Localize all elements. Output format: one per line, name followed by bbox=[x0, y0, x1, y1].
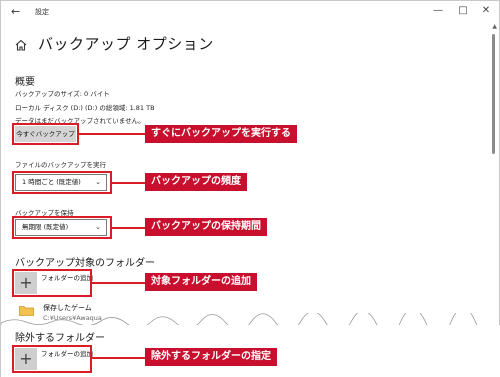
title-bar: ← 設定 — □ ✕ bbox=[1, 1, 500, 23]
folder-item-name[interactable]: 保存したゲーム bbox=[43, 303, 92, 313]
scrollbar-thumb[interactable] bbox=[492, 34, 495, 154]
callout-line bbox=[112, 227, 145, 229]
overview-heading: 概要 bbox=[15, 77, 35, 88]
callout-line bbox=[79, 133, 145, 135]
callout-frequency: バックアップの頻度 bbox=[145, 173, 247, 191]
minimize-icon[interactable]: — bbox=[431, 4, 445, 18]
callout-line bbox=[112, 182, 145, 184]
backup-size-text: バックアップのサイズ: 0 バイト bbox=[15, 90, 110, 98]
callout-retention: バックアップの保持期間 bbox=[145, 218, 267, 236]
callout-backup-now: すぐにバックアップを実行する bbox=[145, 125, 297, 143]
maximize-icon[interactable]: □ bbox=[456, 4, 470, 18]
frequency-label: ファイルのバックアップを実行 bbox=[15, 161, 106, 169]
back-arrow-icon[interactable]: ← bbox=[11, 5, 20, 18]
callout-add-exclude: 除外するフォルダーの指定 bbox=[145, 348, 277, 366]
include-folders-heading: バックアップ対象のフォルダー bbox=[15, 258, 155, 269]
home-icon[interactable] bbox=[14, 38, 28, 52]
disk-space-text: ローカル ディスク (D:) (D:) の総領域: 1.81 TB bbox=[15, 104, 155, 112]
window-title: 設定 bbox=[35, 8, 49, 16]
scroll-up-icon[interactable]: ▲ bbox=[492, 23, 497, 30]
exclude-panel: 除外するフォルダー + フォルダーの追加 除外するフォルダーの指定 bbox=[1, 325, 500, 377]
highlight-frequency bbox=[12, 171, 112, 194]
exclude-folders-heading: 除外するフォルダー bbox=[15, 333, 105, 344]
callout-line bbox=[92, 282, 145, 284]
highlight-backup-now bbox=[12, 123, 79, 145]
close-icon[interactable]: ✕ bbox=[479, 4, 493, 18]
callout-add-target: 対象フォルダーの追加 bbox=[145, 273, 257, 291]
highlight-retention bbox=[12, 216, 112, 239]
highlight-add-target bbox=[12, 269, 92, 297]
highlight-add-exclude bbox=[12, 345, 92, 373]
settings-window: ← 設定 — □ ✕ バックアップ オプション ▲ 概要 バックアップのサイズ:… bbox=[0, 0, 500, 377]
page-title: バックアップ オプション bbox=[38, 35, 214, 53]
callout-line bbox=[92, 357, 145, 359]
